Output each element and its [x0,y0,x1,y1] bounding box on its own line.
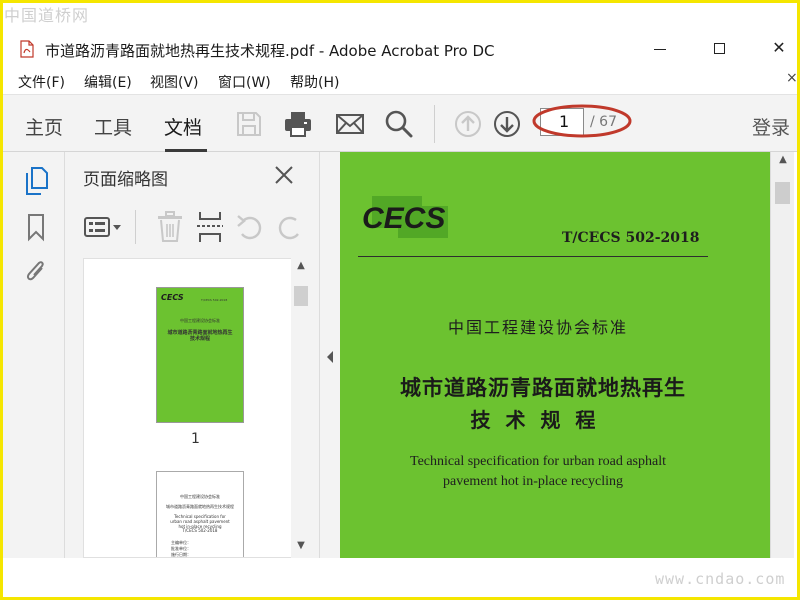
thumb1-code: T/CECS 502-2018 [201,298,228,302]
thumbnail-scrollbar[interactable]: ▲ ▼ [291,258,311,558]
watermark-top: 中国道桥网 [4,6,90,25]
thumb2-line: 城市道路沥青路面就地热再生技术规程 [166,504,234,509]
page-thumbnail-2[interactable]: 中国工程建设协会标准 城市道路沥青路面就地热再生技术规程 Technical s… [156,471,244,557]
collapse-panel-icon[interactable] [325,350,335,364]
header-rule [358,256,708,257]
menu-help[interactable]: 帮助(H) [290,72,339,92]
panel-collapse-strip [319,152,340,558]
watermark-bottom: www.cndao.com [655,570,786,588]
close-icon[interactable]: ✕ [767,38,791,60]
thumbnail-scroll-thumb[interactable] [294,286,308,306]
menu-file[interactable]: 文件(F) [18,72,65,92]
print-icon[interactable] [282,108,314,140]
delete-icon[interactable] [155,210,185,244]
close-document-icon[interactable]: × [786,70,798,86]
pdf-file-icon [20,40,34,58]
search-icon[interactable] [383,108,415,140]
thumb1-assoc: 中国工程建设协会标准 [180,318,220,323]
scroll-down-icon[interactable]: ▼ [291,540,311,556]
menu-window[interactable]: 窗口(W) [218,72,271,92]
thumb2-line: 批准单位： [171,546,191,551]
toolbar: 主页 工具 文档 1 / 67 登录 [3,94,797,152]
next-page-icon[interactable] [491,108,523,140]
thumb1-title: 城市道路沥青路面就地热再生技术规程 [167,330,233,342]
thumb2-line: 施行日期： [171,552,191,557]
attachment-icon[interactable] [23,256,49,286]
thumb2-line: 主编单位： [171,540,191,545]
bookmark-icon[interactable] [23,212,49,242]
page-thumbnail-1[interactable]: CECS T/CECS 502-2018 中国工程建设协会标准 城市道路沥青路面… [156,287,244,423]
tab-home[interactable]: 主页 [25,113,63,140]
thumbnail-panel: 页面缩略图 CECS T/CECS 502-2018 中国工程建设协会标准 城市… [65,152,319,558]
page-thumbnails-icon[interactable] [23,166,49,196]
cecs-logo: CECS [362,196,448,238]
thumb2-line: Technical specification for urban road a… [170,514,230,529]
thumb2-line: T/CECS 502-2018 [182,528,218,533]
page-options-icon[interactable] [83,210,125,244]
window-title: 市道路沥青路面就地热再生技术规程.pdf - Adobe Acrobat Pro… [45,42,495,60]
menu-view[interactable]: 视图(V) [150,72,199,92]
insert-page-icon[interactable] [195,210,225,244]
page-number-input[interactable]: 1 [540,108,584,136]
cecs-logo-text: CECS [362,202,445,235]
left-navigation-rail [3,152,65,558]
thumbnail-list: CECS T/CECS 502-2018 中国工程建设协会标准 城市道路沥青路面… [83,258,303,558]
prev-page-icon[interactable] [452,108,484,140]
document-viewer[interactable]: CECS T/CECS 502-2018 中国工程建设协会标准 城市道路沥青路面… [340,152,770,558]
maximize-icon[interactable] [708,38,732,60]
thumbnail-toolbar [83,210,303,246]
bottom-strip: www.cndao.com [3,558,797,597]
undo-icon[interactable] [235,210,265,244]
redo-icon[interactable] [275,210,305,244]
email-icon[interactable] [334,108,366,140]
english-title-line-2: pavement hot in-place recycling [443,474,623,489]
thumbnail-page-number: 1 [191,431,200,447]
association-standard: 中国工程建设协会标准 [447,318,628,337]
minimize-icon[interactable] [648,38,672,60]
doc-scroll-up-icon[interactable]: ▲ [773,154,793,170]
tab-tools[interactable]: 工具 [94,113,132,140]
toolbar-separator [434,105,435,143]
save-icon[interactable] [233,108,265,140]
document-scroll-thumb[interactable] [775,182,790,204]
page-total: / 67 [590,114,617,130]
thumbnail-panel-title: 页面缩略图 [83,170,168,190]
standard-code: T/CECS 502-2018 [562,230,700,246]
tab-document[interactable]: 文档 [164,113,202,140]
document-scrollbar[interactable]: ▲ [770,152,794,558]
menu-edit[interactable]: 编辑(E) [84,72,132,92]
title-bar: 市道路沥青路面就地热再生技术规程.pdf - Adobe Acrobat Pro… [3,32,797,66]
login-link[interactable]: 登录 [752,113,790,140]
document-title-line-1: 城市道路沥青路面就地热再生 [400,375,686,400]
document-title-line-2: 技 术 规 程 [470,408,600,432]
thumb2-line: 中国工程建设协会标准 [180,494,220,499]
thumbnail-toolbar-separator [135,210,136,244]
close-panel-icon[interactable] [273,164,295,186]
document-page: CECS T/CECS 502-2018 中国工程建设协会标准 城市道路沥青路面… [340,152,770,558]
scroll-up-icon[interactable]: ▲ [291,260,311,276]
menu-bar: 文件(F) 编辑(E) 视图(V) 窗口(W) 帮助(H) × [3,66,798,94]
english-title-line-1: Technical specification for urban road a… [410,454,666,469]
